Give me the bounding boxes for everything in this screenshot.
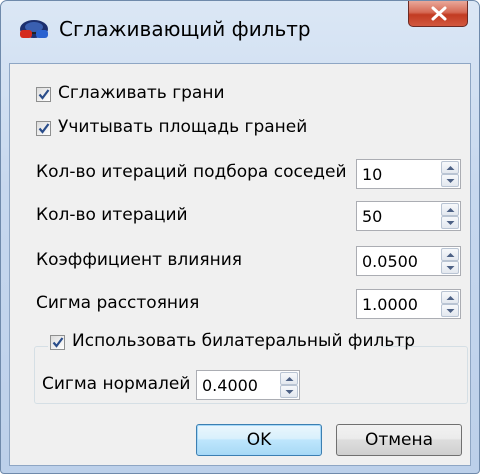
spin-buttons: [441, 291, 459, 317]
influence-coefficient-spinbox[interactable]: 0.0500: [356, 246, 461, 276]
arrow-down-icon: [446, 179, 455, 183]
arrow-down-icon: [285, 390, 294, 394]
spin-down-button[interactable]: [441, 261, 459, 274]
normal-sigma-label: Сигма нормалей: [42, 374, 191, 394]
spin-up-button[interactable]: [441, 291, 459, 304]
arrow-up-icon: [446, 253, 455, 257]
arrow-up-icon: [446, 166, 455, 170]
iterations-value[interactable]: 50: [362, 207, 382, 226]
arrow-down-icon: [446, 221, 455, 225]
distance-sigma-label: Сигма расстояния: [36, 293, 200, 313]
close-button[interactable]: [408, 1, 468, 27]
cancel-button[interactable]: Отмена: [336, 424, 462, 456]
influence-coefficient-value[interactable]: 0.0500: [362, 252, 418, 271]
spin-buttons: [441, 161, 459, 187]
distance-sigma-value[interactable]: 1.0000: [362, 295, 418, 314]
ok-button[interactable]: OK: [196, 424, 322, 456]
arrow-up-icon: [446, 208, 455, 212]
spin-up-button[interactable]: [441, 203, 459, 216]
arrow-up-icon: [446, 296, 455, 300]
checkmark-icon: [38, 123, 50, 134]
close-icon: [431, 6, 447, 21]
iterations-spinbox[interactable]: 50: [356, 201, 461, 231]
spin-down-button[interactable]: [441, 216, 459, 229]
spin-down-button[interactable]: [280, 385, 298, 398]
bilateral-filter-checkbox[interactable]: [50, 335, 65, 350]
smooth-edges-checkbox[interactable]: [36, 87, 51, 102]
distance-sigma-spinbox[interactable]: 1.0000: [356, 289, 461, 319]
app-glasses-icon: [17, 18, 51, 44]
face-area-checkbox[interactable]: [36, 121, 51, 136]
face-area-label[interactable]: Учитывать площадь граней: [58, 117, 307, 137]
dialog-body: Сглаживать грани Учитывать площадь гране…: [9, 63, 471, 466]
spin-up-button[interactable]: [280, 372, 298, 385]
normal-sigma-spinbox[interactable]: 0.4000: [196, 370, 300, 400]
spin-buttons: [441, 203, 459, 229]
smooth-edges-label[interactable]: Сглаживать грани: [58, 83, 225, 103]
window-title: Сглаживающий фильтр: [59, 17, 311, 41]
iterations-label: Кол-во итераций: [36, 205, 188, 225]
neighbor-iterations-label: Кол-во итераций подбора соседей: [36, 162, 347, 182]
neighbor-iterations-value[interactable]: 10: [362, 165, 382, 184]
arrow-down-icon: [446, 309, 455, 313]
spin-buttons: [280, 372, 298, 398]
spin-up-button[interactable]: [441, 161, 459, 174]
bilateral-filter-label[interactable]: Использовать билатеральный фильтр: [72, 331, 415, 351]
dialog-window: Сглаживающий фильтр Сглаживать грани Учи…: [0, 0, 480, 474]
title-bar[interactable]: Сглаживающий фильтр: [1, 1, 479, 63]
influence-coefficient-label: Коэффициент влияния: [36, 250, 242, 270]
neighbor-iterations-spinbox[interactable]: 10: [356, 159, 461, 189]
checkmark-icon: [52, 337, 64, 348]
arrow-up-icon: [285, 377, 294, 381]
spin-up-button[interactable]: [441, 248, 459, 261]
normal-sigma-value[interactable]: 0.4000: [202, 376, 258, 395]
spin-down-button[interactable]: [441, 304, 459, 317]
spin-down-button[interactable]: [441, 174, 459, 187]
spin-buttons: [441, 248, 459, 274]
arrow-down-icon: [446, 266, 455, 270]
checkmark-icon: [38, 89, 50, 100]
